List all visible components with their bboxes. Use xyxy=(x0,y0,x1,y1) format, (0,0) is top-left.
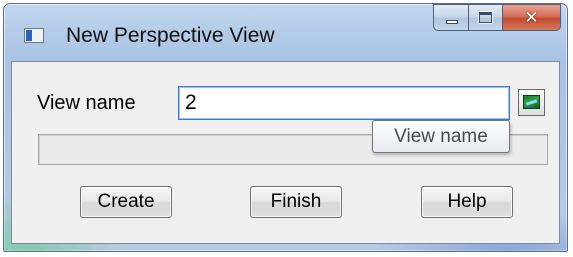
dialog-body: View name View name Create Finish Help xyxy=(11,61,560,244)
maximize-button[interactable] xyxy=(469,4,503,31)
dialog-window: New Perspective View ✕ View name View na… xyxy=(3,3,568,252)
minimize-button[interactable] xyxy=(433,4,469,31)
minimize-icon xyxy=(446,20,458,24)
help-button[interactable]: Help xyxy=(421,186,513,218)
view-name-label: View name xyxy=(37,92,136,114)
view-select-icon xyxy=(523,95,540,109)
maximize-icon xyxy=(479,12,492,23)
create-button[interactable]: Create xyxy=(80,186,172,218)
view-name-input[interactable] xyxy=(178,86,510,120)
window-title: New Perspective View xyxy=(66,24,275,47)
tooltip: View name xyxy=(372,120,510,153)
window-controls: ✕ xyxy=(433,4,561,34)
window-icon[interactable] xyxy=(24,28,44,43)
finish-button[interactable]: Finish xyxy=(250,186,342,218)
title-bar[interactable]: New Perspective View ✕ xyxy=(4,4,567,60)
close-button[interactable]: ✕ xyxy=(503,4,561,31)
view-picker-button[interactable] xyxy=(518,89,545,116)
close-icon: ✕ xyxy=(524,7,539,28)
